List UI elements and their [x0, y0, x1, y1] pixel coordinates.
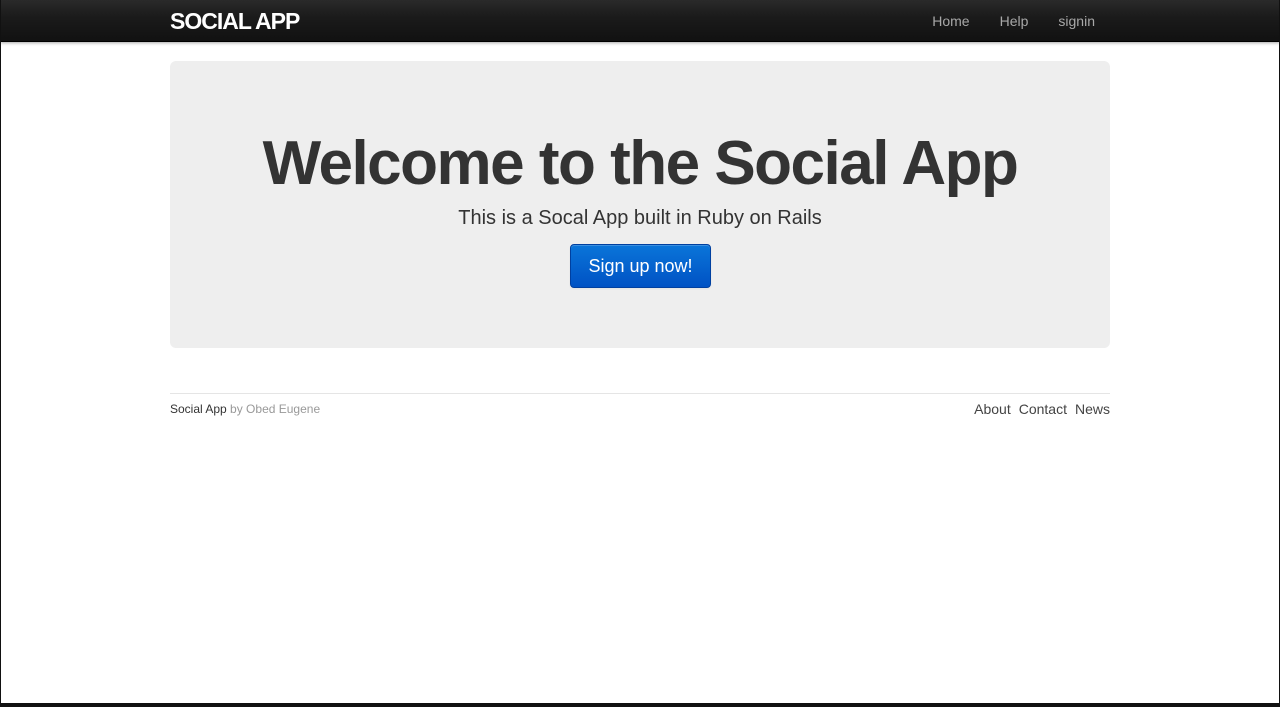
hero-unit: Welcome to the Social App This is a Soca…: [170, 61, 1110, 348]
footer-app-name-link[interactable]: Social App: [170, 402, 227, 416]
hero-subtitle: This is a Socal App built in Ruby on Rai…: [458, 207, 822, 229]
nav-link-home[interactable]: Home: [917, 0, 984, 42]
footer-nav: About Contact News: [966, 401, 1110, 417]
hero-title: Welcome to the Social App: [262, 129, 1019, 198]
signup-button[interactable]: Sign up now!: [570, 244, 711, 288]
footer-link-news[interactable]: News: [1075, 401, 1110, 417]
footer-link-contact[interactable]: Contact: [1019, 401, 1067, 417]
navbar-container: SOCIAL APP Home Help signin: [170, 0, 1110, 42]
main-nav: Home Help signin: [917, 0, 1110, 42]
nav-link-signin[interactable]: signin: [1043, 0, 1110, 42]
footer: Social App by Obed Eugene About Contact …: [170, 393, 1110, 424]
top-navbar: SOCIAL APP Home Help signin: [0, 0, 1280, 42]
browser-viewport: SOCIAL APP Home Help signin Welcome to t…: [0, 0, 1280, 707]
nav-link-help[interactable]: Help: [985, 0, 1044, 42]
brand-logo-link[interactable]: SOCIAL APP: [170, 7, 300, 35]
footer-credit: Social App by Obed Eugene: [170, 402, 320, 416]
footer-link-about[interactable]: About: [974, 401, 1011, 417]
footer-byline: by Obed Eugene: [226, 402, 321, 416]
